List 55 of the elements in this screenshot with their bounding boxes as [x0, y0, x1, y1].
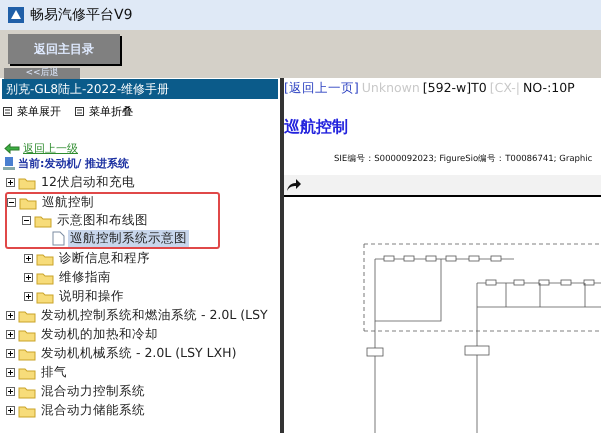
expand-icon[interactable] [6, 349, 15, 358]
tree-item[interactable]: 维修指南 [57, 269, 113, 286]
folder-icon [18, 308, 36, 322]
list-icon [75, 107, 84, 116]
expand-icon[interactable] [6, 368, 15, 377]
folder-icon [34, 214, 52, 228]
folder-icon [18, 346, 36, 360]
app-icon [8, 7, 24, 23]
tree-item[interactable]: 示意图和布线图 [55, 212, 150, 229]
back-link[interactable]: 返回上一级 [23, 141, 78, 156]
tree-item[interactable]: 说明和操作 [57, 288, 126, 305]
folder-icon [18, 328, 36, 342]
window-title: 畅易汽修平台V9 [30, 6, 132, 24]
folder-icon [18, 176, 36, 190]
tree-item[interactable]: 发动机机械系统 - 2.0L (LSY LXH) [39, 345, 238, 362]
folder-icon [36, 252, 54, 266]
expand-icon[interactable] [24, 254, 33, 263]
tree-item[interactable]: 12伏启动和充电 [39, 174, 137, 191]
back-arrow-icon [4, 143, 20, 154]
collapse-icon[interactable] [7, 198, 16, 207]
expand-icon[interactable] [6, 330, 15, 339]
folder-icon [36, 290, 54, 304]
tree-item[interactable]: 混合动力储能系统 [39, 402, 147, 419]
folder-icon [18, 366, 36, 380]
expand-icon[interactable] [6, 178, 15, 187]
tree-item[interactable]: 诊断信息和程序 [57, 250, 152, 267]
computer-icon [3, 156, 15, 170]
share-arrow-icon[interactable] [286, 178, 302, 192]
back-page-link[interactable]: [返回上一页] [284, 80, 359, 97]
expand-icon[interactable] [6, 387, 15, 396]
menu-action[interactable]: 菜单展开 [3, 104, 61, 119]
expand-icon[interactable] [6, 311, 15, 320]
tree-item[interactable]: 巡航控制 [40, 194, 96, 211]
manual-title: 别克-GL8陆上-2022-维修手册 [2, 79, 278, 99]
expand-icon[interactable] [24, 292, 33, 301]
document-icon [52, 231, 65, 246]
expand-icon[interactable] [6, 406, 15, 415]
folder-icon [18, 404, 36, 418]
menu-action[interactable]: 菜单折叠 [75, 104, 133, 119]
tree-item[interactable]: 巡航控制系统示意图 [68, 230, 189, 247]
figure-info: SIE编号：S0000092023; FigureSio编号：T00086741; Graphic [334, 153, 594, 165]
current-path: 当前:发动机/ 推进系统 [18, 156, 130, 171]
folder-icon [19, 196, 37, 210]
nav-text: [592-w]T0 [422, 80, 487, 97]
page-title: 巡航控制 [284, 117, 349, 138]
expand-icon[interactable] [24, 273, 33, 282]
folder-icon [18, 384, 36, 398]
collapse-icon[interactable] [22, 216, 31, 225]
nav-text: NO-:10P [523, 80, 575, 97]
tree-item[interactable]: 混合动力控制系统 [39, 383, 147, 400]
list-icon [3, 107, 12, 116]
tree-item[interactable]: 排气 [39, 364, 69, 381]
tree-item[interactable]: 发动机的加热和冷却 [39, 326, 160, 343]
folder-icon [36, 270, 54, 284]
tree-item[interactable]: 发动机控制系统和燃油系统 - 2.0L (LSY [39, 307, 270, 324]
